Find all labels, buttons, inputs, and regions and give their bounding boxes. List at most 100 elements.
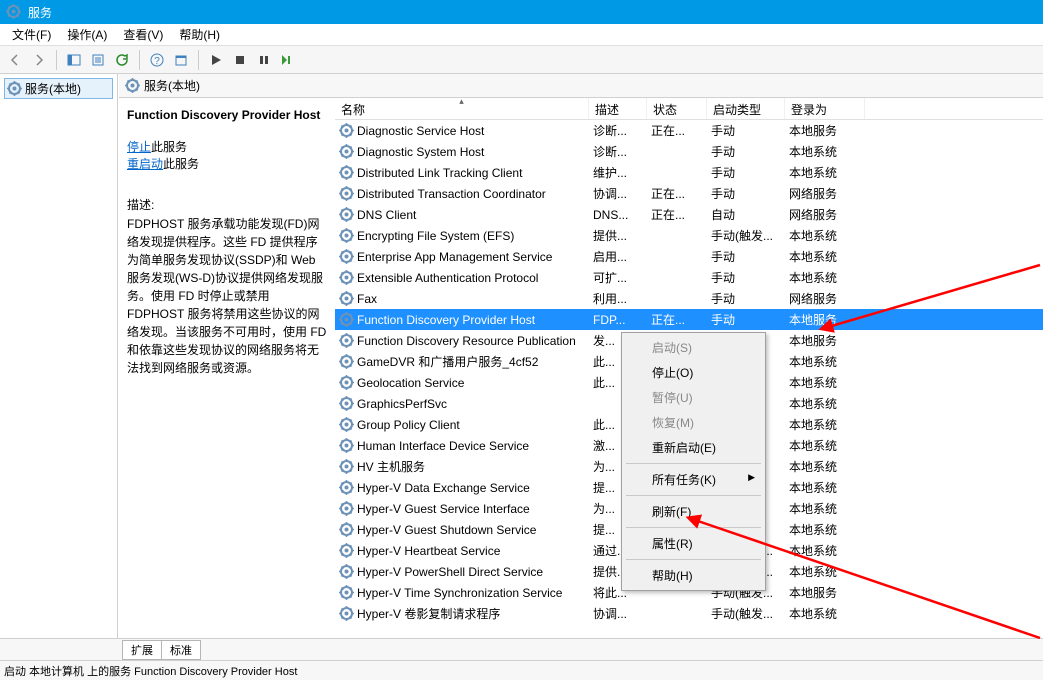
- service-name: HV 主机服务: [357, 458, 425, 475]
- ctx-start: 启动(S): [624, 335, 763, 360]
- service-name: Encrypting File System (EFS): [357, 229, 514, 243]
- gear-icon: [339, 564, 354, 579]
- tab-extended[interactable]: 扩展: [122, 640, 162, 660]
- ctx-all-tasks[interactable]: 所有任务(K)▶: [624, 467, 763, 492]
- help-button[interactable]: ?: [146, 49, 168, 71]
- menu-view[interactable]: 查看(V): [115, 24, 171, 45]
- gear-icon: [125, 78, 140, 93]
- gear-icon: [339, 480, 354, 495]
- col-logon[interactable]: 登录为: [785, 98, 865, 119]
- gear-icon: [339, 249, 354, 264]
- service-startup: 手动(触发...: [707, 227, 785, 244]
- gear-icon: [339, 165, 354, 180]
- restart-link[interactable]: 重启动: [127, 157, 163, 171]
- properties-button[interactable]: [170, 49, 192, 71]
- service-row[interactable]: Fax利用...手动网络服务: [335, 288, 1043, 309]
- service-row[interactable]: DNS ClientDNS...正在...自动网络服务: [335, 204, 1043, 225]
- service-startup: 手动: [707, 269, 785, 286]
- menu-file[interactable]: 文件(F): [4, 24, 59, 45]
- service-desc: DNS...: [589, 208, 647, 222]
- service-logon: 本地系统: [785, 521, 865, 538]
- service-name: Group Policy Client: [357, 418, 460, 432]
- service-name: Hyper-V Heartbeat Service: [357, 544, 500, 558]
- service-desc: 可扩...: [589, 269, 647, 286]
- service-logon: 本地系统: [785, 437, 865, 454]
- gear-icon: [339, 438, 354, 453]
- service-logon: 本地服务: [785, 311, 865, 328]
- service-desc: 利用...: [589, 290, 647, 307]
- service-name: Hyper-V Guest Service Interface: [357, 502, 530, 516]
- back-button[interactable]: [4, 49, 26, 71]
- service-name: Hyper-V PowerShell Direct Service: [357, 565, 543, 579]
- stop-suffix: 此服务: [151, 140, 187, 154]
- restart-button[interactable]: [277, 49, 299, 71]
- service-row[interactable]: Distributed Link Tracking Client维护...手动本…: [335, 162, 1043, 183]
- ctx-restart[interactable]: 重新启动(E): [624, 435, 763, 460]
- menu-action[interactable]: 操作(A): [59, 24, 115, 45]
- gear-icon: [339, 396, 354, 411]
- col-status[interactable]: 状态: [647, 98, 707, 119]
- tree-root-services[interactable]: 服务(本地): [4, 78, 113, 99]
- stop-link[interactable]: 停止: [127, 140, 151, 154]
- service-row[interactable]: Function Discovery Provider HostFDP...正在…: [335, 309, 1043, 330]
- service-name: Function Discovery Provider Host: [357, 313, 535, 327]
- gear-icon: [339, 228, 354, 243]
- gear-icon: [339, 459, 354, 474]
- service-row[interactable]: Distributed Transaction Coordinator协调...…: [335, 183, 1043, 204]
- description-text: FDPHOST 服务承载功能发现(FD)网络发现提供程序。这些 FD 提供程序为…: [127, 215, 327, 377]
- service-desc: 维护...: [589, 164, 647, 181]
- col-description[interactable]: 描述: [589, 98, 647, 119]
- service-name: Diagnostic System Host: [357, 145, 484, 159]
- ctx-properties[interactable]: 属性(R): [624, 531, 763, 556]
- menu-help[interactable]: 帮助(H): [171, 24, 228, 45]
- service-startup: 手动: [707, 185, 785, 202]
- col-name[interactable]: ▴名称: [335, 98, 589, 119]
- service-name: Fax: [357, 292, 377, 306]
- refresh-button[interactable]: [111, 49, 133, 71]
- service-name: Extensible Authentication Protocol: [357, 271, 538, 285]
- gear-icon: [339, 312, 354, 327]
- ctx-refresh[interactable]: 刷新(F): [624, 499, 763, 524]
- forward-button[interactable]: [28, 49, 50, 71]
- service-row[interactable]: Diagnostic System Host诊断...手动本地系统: [335, 141, 1043, 162]
- service-startup: 自动: [707, 206, 785, 223]
- export-button[interactable]: [87, 49, 109, 71]
- pane-header: 服务(本地): [119, 74, 1043, 98]
- restart-suffix: 此服务: [163, 157, 199, 171]
- show-hide-tree-button[interactable]: [63, 49, 85, 71]
- context-menu: 启动(S) 停止(O) 暂停(U) 恢复(M) 重新启动(E) 所有任务(K)▶…: [621, 332, 766, 591]
- service-name: GameDVR 和广播用户服务_4cf52: [357, 353, 538, 370]
- service-startup: 手动: [707, 311, 785, 328]
- pause-button[interactable]: [253, 49, 275, 71]
- service-logon: 本地系统: [785, 164, 865, 181]
- service-name: Geolocation Service: [357, 376, 464, 390]
- service-row[interactable]: Enterprise App Management Service启用...手动…: [335, 246, 1043, 267]
- service-logon: 本地系统: [785, 395, 865, 412]
- gear-icon: [339, 417, 354, 432]
- col-startup[interactable]: 启动类型: [707, 98, 785, 119]
- ctx-help[interactable]: 帮助(H): [624, 563, 763, 588]
- service-row[interactable]: Extensible Authentication Protocol 可扩... 手…: [335, 267, 1043, 288]
- service-startup: 手动: [707, 248, 785, 265]
- service-row[interactable]: Diagnostic Service Host诊断...正在...手动本地服务: [335, 120, 1043, 141]
- service-row[interactable]: Hyper-V 卷影复制请求程序协调...手动(触发...本地系统: [335, 603, 1043, 624]
- service-name: DNS Client: [357, 208, 416, 222]
- service-desc: 诊断...: [589, 143, 647, 160]
- gear-icon: [339, 270, 354, 285]
- gear-icon: [339, 501, 354, 516]
- service-logon: 本地系统: [785, 227, 865, 244]
- service-row[interactable]: Encrypting File System (EFS)提供...手动(触发..…: [335, 225, 1043, 246]
- tab-standard[interactable]: 标准: [161, 640, 201, 660]
- tree-root-label: 服务(本地): [25, 80, 81, 97]
- menu-bar: 文件(F) 操作(A) 查看(V) 帮助(H): [0, 24, 1043, 46]
- gear-icon: [339, 585, 354, 600]
- pane-header-title: 服务(本地): [144, 77, 200, 94]
- gear-icon: [339, 291, 354, 306]
- service-status: 正在...: [647, 206, 707, 223]
- service-logon: 本地系统: [785, 374, 865, 391]
- stop-button[interactable]: [229, 49, 251, 71]
- ctx-stop[interactable]: 停止(O): [624, 360, 763, 385]
- start-button[interactable]: [205, 49, 227, 71]
- service-logon: 本地系统: [785, 605, 865, 622]
- service-logon: 本地系统: [785, 563, 865, 580]
